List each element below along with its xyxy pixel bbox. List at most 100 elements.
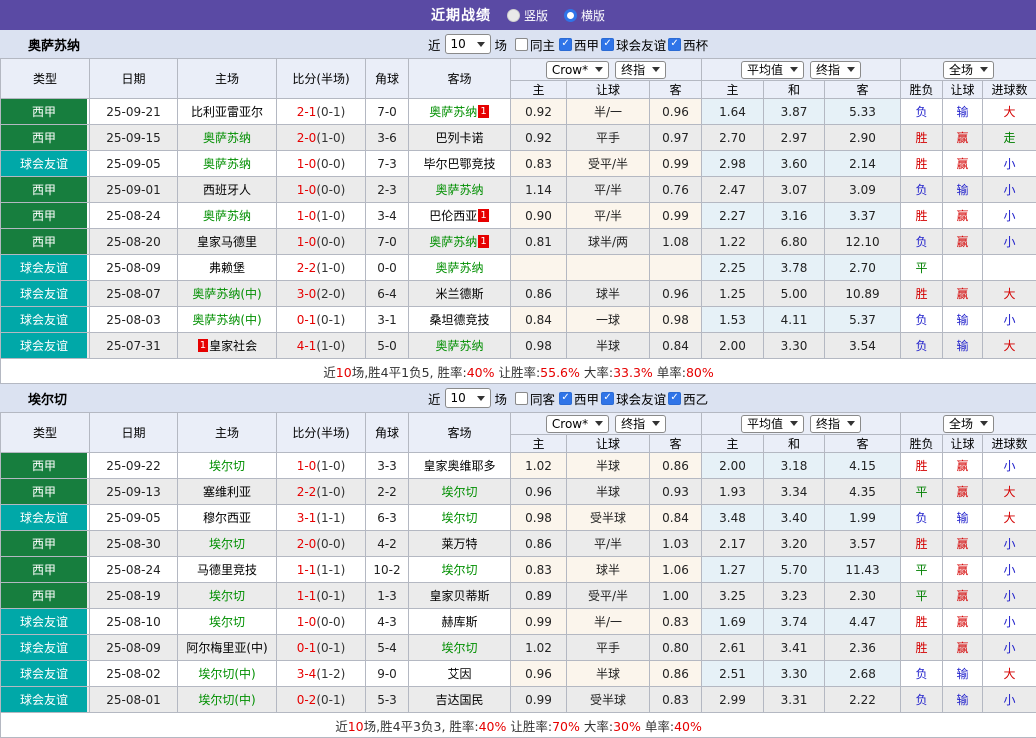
chevron-down-icon <box>790 67 798 72</box>
team-name[interactable]: 埃尔切 <box>441 511 477 525</box>
halftime-score: (2-0) <box>316 287 345 301</box>
result-goals <box>983 255 1036 281</box>
avg-company-select[interactable]: 平均值 <box>741 415 804 433</box>
team-name[interactable]: 埃尔切 <box>441 485 477 499</box>
team-name[interactable]: 穆尔西亚 <box>203 511 251 525</box>
team-name[interactable]: 皇家马德里 <box>197 235 257 249</box>
team-name[interactable]: 埃尔切 <box>209 459 245 473</box>
odds-away: 0.98 <box>650 307 702 333</box>
team-name[interactable]: 弗赖堡 <box>209 261 245 275</box>
match-type-badge: 球会友谊 <box>1 307 87 332</box>
column-header-date: 日期 <box>90 413 178 453</box>
team-name[interactable]: 奥萨苏纳 <box>435 339 483 353</box>
team-section-elche: 埃尔切 近 10 场 同客 ✓西甲✓球会友谊✓西乙 <box>0 384 1036 738</box>
result-winlose: 平 <box>901 479 943 505</box>
team-name[interactable]: 艾因 <box>447 667 471 681</box>
scope-select[interactable]: 全场 <box>943 61 994 79</box>
odds-company-select[interactable]: Crow* <box>546 415 609 433</box>
home-team-cell: 弗赖堡 <box>178 255 277 281</box>
league-checkbox[interactable]: ✓ <box>559 392 572 405</box>
match-score: 3-0(2-0) <box>277 281 366 307</box>
team-name[interactable]: 毕尔巴鄂竞技 <box>423 157 495 171</box>
team-name[interactable]: 巴伦西亚 <box>429 209 477 223</box>
team-name[interactable]: 奥萨苏纳 <box>435 261 483 275</box>
team-name[interactable]: 埃尔切(中) <box>198 667 255 681</box>
odds-away: 0.99 <box>650 151 702 177</box>
team-name[interactable]: 西班牙人 <box>203 183 251 197</box>
result-winlose: 负 <box>901 229 943 255</box>
team-name[interactable]: 巴列卡诺 <box>435 131 483 145</box>
team-name[interactable]: 奥萨苏纳 <box>429 235 477 249</box>
team-name[interactable]: 比利亚雷亚尔 <box>191 105 263 119</box>
team-name[interactable]: 皇家社会 <box>209 339 257 353</box>
league-checkbox[interactable]: ✓ <box>601 38 614 51</box>
fulltime-score: 3-1 <box>297 511 317 525</box>
team-name[interactable]: 埃尔切(中) <box>198 693 255 707</box>
team-name-label: 奥萨苏纳 <box>28 35 80 54</box>
chevron-down-icon <box>790 421 798 426</box>
team-name[interactable]: 皇家奥维耶多 <box>423 459 495 473</box>
team-name[interactable]: 奥萨苏纳 <box>435 183 483 197</box>
team-name[interactable]: 埃尔切 <box>441 641 477 655</box>
team-name[interactable]: 赫库斯 <box>441 615 477 629</box>
league-checkbox[interactable]: ✓ <box>668 392 681 405</box>
odds-handicap: 平/半 <box>567 531 650 557</box>
team-name[interactable]: 埃尔切 <box>209 589 245 603</box>
column-header-away: 客场 <box>409 59 511 99</box>
red-card-badge: 1 <box>198 339 208 352</box>
odds-home <box>511 255 567 281</box>
avg-home: 2.47 <box>702 177 764 203</box>
layout-vertical-radio[interactable] <box>507 9 520 22</box>
result-winlose: 平 <box>901 583 943 609</box>
subheader-avg-home: 主 <box>702 81 764 99</box>
recent-count-select[interactable]: 10 <box>445 34 491 54</box>
team-name[interactable]: 埃尔切 <box>209 615 245 629</box>
team-name[interactable]: 吉达国民 <box>435 693 483 707</box>
team-name[interactable]: 马德里竞技 <box>197 563 257 577</box>
corner-score: 7-3 <box>366 151 409 177</box>
team-name[interactable]: 米兰德斯 <box>435 287 483 301</box>
team-name[interactable]: 奥萨苏纳 <box>429 105 477 119</box>
league-filter-group: ✓西甲✓球会友谊✓西乙 <box>557 388 708 408</box>
team-name[interactable]: 塞维利亚 <box>203 485 251 499</box>
odds-company-select[interactable]: Crow* <box>546 61 609 79</box>
team-name[interactable]: 桑坦德竞技 <box>429 313 489 327</box>
recent-count-select[interactable]: 10 <box>445 388 491 408</box>
match-row: 西甲25-09-22埃尔切1-0(1-0)3-3皇家奥维耶多1.02半球0.86… <box>1 453 1036 479</box>
team-name[interactable]: 奥萨苏纳(中) <box>192 313 261 327</box>
team-name[interactable]: 奥萨苏纳(中) <box>192 287 261 301</box>
team-name[interactable]: 奥萨苏纳 <box>203 209 251 223</box>
match-type-badge: 西甲 <box>1 125 87 150</box>
team-name[interactable]: 奥萨苏纳 <box>203 157 251 171</box>
avg-final-select[interactable]: 终指 <box>810 61 861 79</box>
match-type-badge: 西甲 <box>1 557 87 582</box>
team-name[interactable]: 埃尔切 <box>209 537 245 551</box>
chevron-down-icon <box>847 421 855 426</box>
team-name[interactable]: 奥萨苏纳 <box>203 131 251 145</box>
avg-draw: 3.23 <box>764 583 825 609</box>
avg-home: 2.70 <box>702 125 764 151</box>
match-date: 25-08-02 <box>90 661 178 687</box>
scope-select[interactable]: 全场 <box>943 415 994 433</box>
odds-handicap: 半球 <box>567 333 650 359</box>
league-checkbox-label: 西甲 <box>574 35 599 54</box>
league-checkbox[interactable]: ✓ <box>559 38 572 51</box>
result-handicap: 赢 <box>943 531 983 557</box>
team-name[interactable]: 皇家贝蒂斯 <box>429 589 489 603</box>
odds-final-select[interactable]: 终指 <box>615 415 666 433</box>
avg-home: 1.93 <box>702 479 764 505</box>
avg-company-select[interactable]: 平均值 <box>741 61 804 79</box>
odds-final-select[interactable]: 终指 <box>615 61 666 79</box>
same-venue-checkbox[interactable] <box>515 38 528 51</box>
team-name[interactable]: 莱万特 <box>441 537 477 551</box>
team-name[interactable]: 阿尔梅里亚(中) <box>186 641 267 655</box>
league-checkbox[interactable]: ✓ <box>601 392 614 405</box>
avg-final-select[interactable]: 终指 <box>810 415 861 433</box>
odds-away: 1.06 <box>650 557 702 583</box>
same-venue-checkbox[interactable] <box>515 392 528 405</box>
fulltime-score: 1-1 <box>297 563 317 577</box>
layout-horizontal-radio[interactable] <box>564 9 577 22</box>
league-checkbox[interactable]: ✓ <box>668 38 681 51</box>
corner-score: 6-3 <box>366 505 409 531</box>
team-name[interactable]: 埃尔切 <box>441 563 477 577</box>
